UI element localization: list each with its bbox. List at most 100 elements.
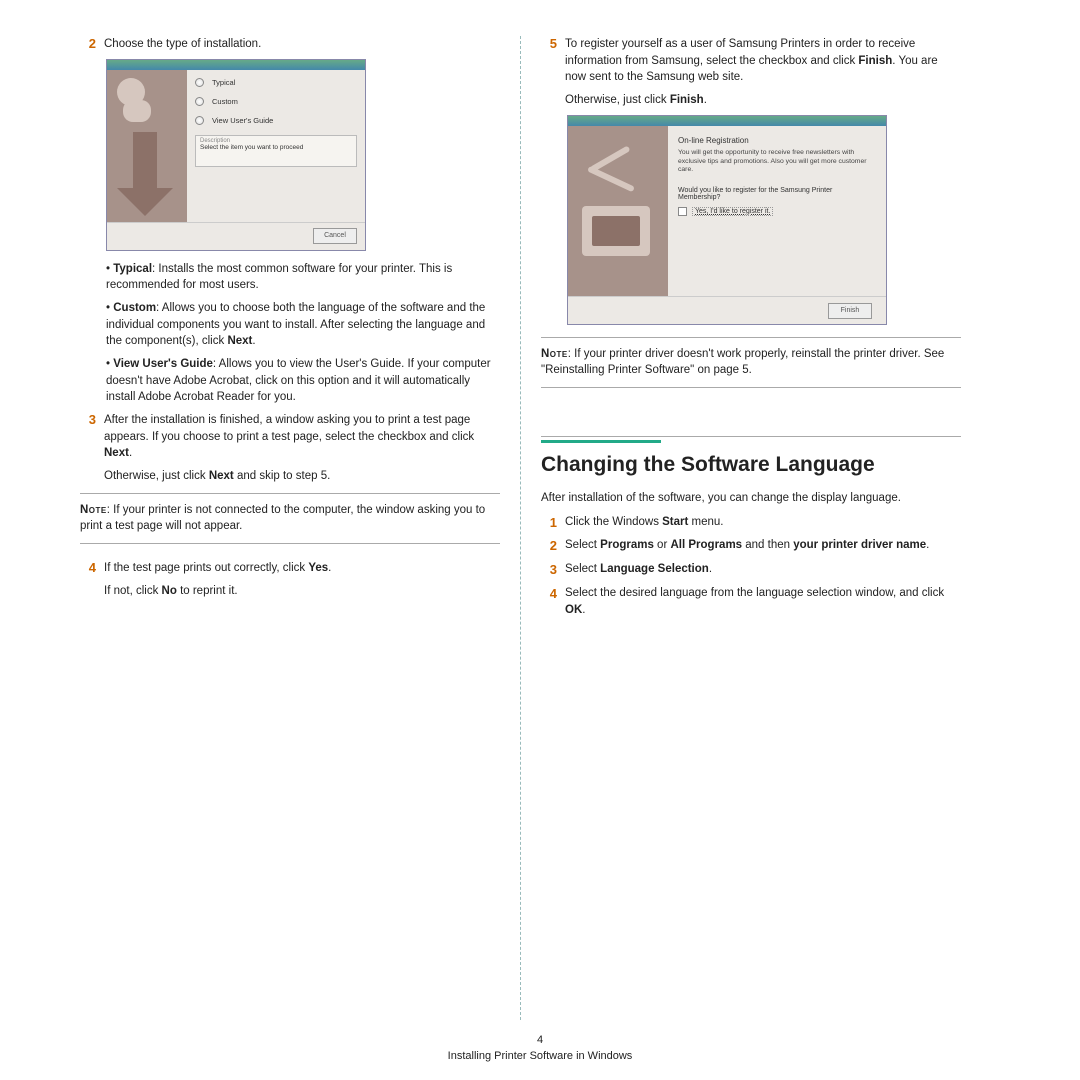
step-3-otherwise-a: Otherwise, just click [104, 470, 209, 482]
wizard-titlebar [107, 60, 365, 70]
lang-step-3: 3 Select Language Selection. [541, 561, 961, 580]
bullet-custom-tail-c: . [252, 335, 255, 347]
step-5-otherwise-c: . [704, 94, 707, 106]
wizard-sidebar-graphic [107, 70, 187, 222]
language-steps: 1 Click the Windows Start menu. 2 Select… [541, 514, 961, 619]
right-column: 5 To register yourself as a user of Sams… [521, 36, 981, 1020]
ls3-a: Select [565, 563, 600, 575]
finish-button: Finish [828, 303, 872, 319]
page-number: 4 [0, 1034, 1080, 1046]
ls2-f: your printer driver name [793, 539, 926, 551]
wizard2-content: On-line Registration You will get the op… [668, 126, 886, 296]
step-3-otherwise-c: and skip to step 5. [234, 470, 331, 482]
lang-step-3-num: 3 [541, 561, 565, 580]
section-title: Changing the Software Language [541, 451, 961, 478]
note-label: Note [80, 504, 107, 516]
bullet-typical: • Typical: Installs the most common soft… [106, 261, 500, 294]
radio-custom-label: Custom [212, 97, 238, 106]
registration-wizard: On-line Registration You will get the op… [567, 115, 887, 325]
ls1-c: menu. [688, 516, 723, 528]
ls3-c: . [709, 563, 712, 575]
install-type-bullets: • Typical: Installs the most common soft… [106, 261, 500, 406]
step-4-line1-a: If the test page prints out correctly, c… [104, 562, 308, 574]
bullet-custom-tail-a: : Allows you to choose both the language… [106, 302, 485, 347]
note-text: : If your printer is not connected to th… [80, 504, 485, 533]
ls1-b: Start [662, 516, 688, 528]
step-3: 3 After the installation is finished, a … [80, 412, 500, 485]
radio-view-guide: View User's Guide [195, 116, 357, 125]
radio-typical-label: Typical [212, 78, 235, 87]
note-printer-not-connected: Note: If your printer is not connected t… [80, 493, 500, 544]
registration-checkbox-label: Yes, I'd like to register it. [692, 207, 773, 216]
bullet-view-guide-head: View User's Guide [113, 358, 213, 370]
bullet-typical-tail: : Installs the most common software for … [106, 263, 452, 292]
ls4-c: . [582, 604, 585, 616]
lang-step-4: 4 Select the desired language from the l… [541, 585, 961, 618]
step-4-no: No [162, 585, 177, 597]
ls4-a: Select the desired language from the lan… [565, 587, 944, 599]
lang-step-2-num: 2 [541, 537, 565, 556]
wizard2-sidebar-graphic [568, 126, 668, 296]
bullet-custom: • Custom: Allows you to choose both the … [106, 300, 500, 350]
step-2-text: Choose the type of installation. [104, 36, 500, 53]
page-footer: 4 Installing Printer Software in Windows [0, 1034, 1080, 1062]
ls2-e: and then [742, 539, 793, 551]
section-accent-rule [541, 440, 661, 443]
lang-step-4-num: 4 [541, 585, 565, 618]
ls3-b: Language Selection [600, 563, 709, 575]
step-4-yes: Yes [308, 562, 328, 574]
section-heading-wrap: Changing the Software Language [541, 436, 961, 478]
ls4-b: OK [565, 604, 582, 616]
radio-typical: Typical [195, 78, 357, 87]
left-column: 2 Choose the type of installation. Typic… [60, 36, 520, 1020]
step-3-otherwise-next: Next [209, 470, 234, 482]
cancel-button: Cancel [313, 228, 357, 244]
radio-icon [195, 78, 204, 87]
ls2-c: or [654, 539, 671, 551]
lang-step-1: 1 Click the Windows Start menu. [541, 514, 961, 533]
radio-custom: Custom [195, 97, 357, 106]
wizard-options-panel: Typical Custom View User's Guide Descrip… [187, 70, 365, 222]
step-3-text-c: . [129, 447, 132, 459]
radio-icon [195, 97, 204, 106]
step-5-otherwise-finish: Finish [670, 94, 704, 106]
registration-checkbox-row: Yes, I'd like to register it. [678, 207, 876, 216]
step-5-number: 5 [541, 36, 565, 51]
radio-view-guide-label: View User's Guide [212, 116, 273, 125]
registration-text: You will get the opportunity to receive … [678, 149, 876, 175]
step-3-next: Next [104, 447, 129, 459]
section-intro: After installation of the software, you … [541, 490, 961, 507]
step-4-line2-c: to reprint it. [177, 585, 238, 597]
step-5-finish: Finish [858, 55, 892, 67]
registration-title: On-line Registration [678, 136, 876, 145]
registration-question: Would you like to register for the Samsu… [678, 187, 876, 201]
step-4-line1-c: . [328, 562, 331, 574]
ls2-a: Select [565, 539, 600, 551]
step-5-otherwise-a: Otherwise, just click [565, 94, 670, 106]
step-4-line2-a: If not, click [104, 585, 162, 597]
lang-step-2: 2 Select Programs or All Programs and th… [541, 537, 961, 556]
install-type-wizard: Typical Custom View User's Guide Descrip… [106, 59, 366, 251]
lang-step-1-num: 1 [541, 514, 565, 533]
step-2: 2 Choose the type of installation. [80, 36, 500, 53]
step-2-number: 2 [80, 36, 104, 51]
chapter-title: Installing Printer Software in Windows [0, 1050, 1080, 1062]
ls2-d: All Programs [670, 539, 742, 551]
bullet-custom-next: Next [227, 335, 252, 347]
ls2-g: . [926, 539, 929, 551]
ls2-b: Programs [600, 539, 654, 551]
step-4: 4 If the test page prints out correctly,… [80, 560, 500, 599]
radio-icon [195, 116, 204, 125]
note-reinstall-driver: Note: If your printer driver doesn't wor… [541, 337, 961, 388]
bullet-view-guide: • View User's Guide: Allows you to view … [106, 356, 500, 406]
step-5: 5 To register yourself as a user of Sams… [541, 36, 961, 109]
bullet-custom-head: Custom [113, 302, 156, 314]
step-3-number: 3 [80, 412, 104, 427]
description-text: Select the item you want to proceed [200, 144, 352, 151]
ls1-a: Click the Windows [565, 516, 662, 528]
description-box: Description Select the item you want to … [195, 135, 357, 167]
step-4-number: 4 [80, 560, 104, 575]
note2-label: Note [541, 348, 568, 360]
wizard2-titlebar [568, 116, 886, 126]
step-3-text-a: After the installation is finished, a wi… [104, 414, 474, 443]
